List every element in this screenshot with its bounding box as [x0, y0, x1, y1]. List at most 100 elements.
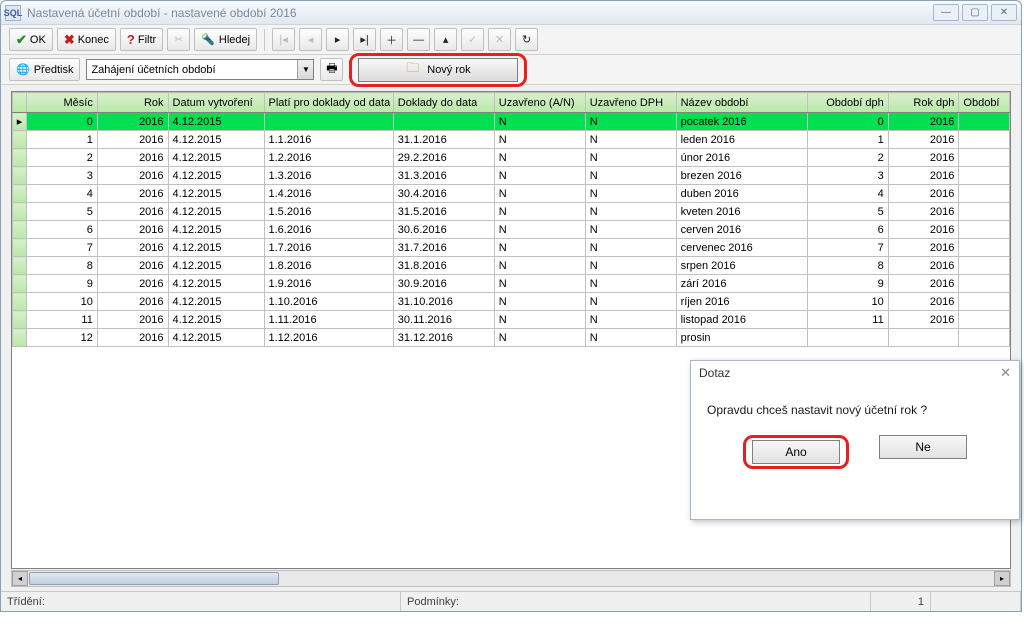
cell[interactable]: 1.7.2016: [264, 239, 393, 257]
cell[interactable]: duben 2016: [676, 185, 807, 203]
cell[interactable]: N: [585, 239, 676, 257]
cell[interactable]: N: [494, 329, 585, 347]
cell[interactable]: 2: [807, 149, 888, 167]
scroll-left-icon[interactable]: ◂: [12, 571, 28, 586]
cell[interactable]: [959, 329, 1010, 347]
cell[interactable]: [959, 131, 1010, 149]
cell[interactable]: brezen 2016: [676, 167, 807, 185]
konec-button[interactable]: ✖Konec: [57, 28, 116, 51]
cell[interactable]: cervenec 2016: [676, 239, 807, 257]
cell[interactable]: N: [585, 221, 676, 239]
cell[interactable]: N: [494, 293, 585, 311]
col-rok[interactable]: Rok: [97, 93, 168, 113]
report-dropdown-input[interactable]: [87, 60, 297, 79]
tool-button-a[interactable]: ✂: [167, 28, 190, 51]
cell[interactable]: 1.12.2016: [264, 329, 393, 347]
cancel2-button[interactable]: ✕: [488, 28, 511, 51]
cell[interactable]: 5: [27, 203, 98, 221]
cell[interactable]: 30.4.2016: [393, 185, 494, 203]
cell[interactable]: N: [494, 311, 585, 329]
col-plati[interactable]: Platí pro doklady od data: [264, 93, 393, 113]
cell[interactable]: [959, 275, 1010, 293]
cell[interactable]: 2016: [888, 221, 959, 239]
cell[interactable]: 2016: [97, 293, 168, 311]
cell[interactable]: 2016: [97, 149, 168, 167]
table-row[interactable]: 720164.12.20151.7.201631.7.2016NNcervene…: [13, 239, 1010, 257]
cell[interactable]: 2016: [888, 293, 959, 311]
cell[interactable]: [959, 113, 1010, 131]
cell[interactable]: pocatek 2016: [676, 113, 807, 131]
cell[interactable]: 30.9.2016: [393, 275, 494, 293]
cell[interactable]: ríjen 2016: [676, 293, 807, 311]
cell[interactable]: 4.12.2015: [168, 113, 264, 131]
cell[interactable]: 7: [27, 239, 98, 257]
cell[interactable]: N: [494, 113, 585, 131]
cell[interactable]: 4.12.2015: [168, 311, 264, 329]
cell[interactable]: [959, 257, 1010, 275]
cell[interactable]: 4.12.2015: [168, 221, 264, 239]
cell[interactable]: N: [585, 167, 676, 185]
cell[interactable]: 4.12.2015: [168, 167, 264, 185]
table-row[interactable]: 120164.12.20151.1.201631.1.2016NNleden 2…: [13, 131, 1010, 149]
cell[interactable]: [959, 221, 1010, 239]
col-uzav[interactable]: Uzavřeno (A/N): [494, 93, 585, 113]
cell[interactable]: N: [585, 275, 676, 293]
cell[interactable]: 31.12.2016: [393, 329, 494, 347]
cell[interactable]: 2016: [97, 311, 168, 329]
cell[interactable]: [959, 185, 1010, 203]
cell[interactable]: 1.5.2016: [264, 203, 393, 221]
col-mesic[interactable]: Měsíc: [27, 93, 98, 113]
table-row[interactable]: 1120164.12.20151.11.201630.11.2016NNlist…: [13, 311, 1010, 329]
cell[interactable]: 1.11.2016: [264, 311, 393, 329]
cell[interactable]: [959, 203, 1010, 221]
col-rokdph[interactable]: Rok dph: [888, 93, 959, 113]
cell[interactable]: N: [494, 131, 585, 149]
cell[interactable]: 4.12.2015: [168, 275, 264, 293]
cell[interactable]: 31.5.2016: [393, 203, 494, 221]
cell[interactable]: 10: [807, 293, 888, 311]
cell[interactable]: 6: [807, 221, 888, 239]
cell[interactable]: 9: [807, 275, 888, 293]
minimize-button[interactable]: —: [933, 4, 959, 21]
nav-first-button[interactable]: |◂: [272, 28, 295, 51]
table-row[interactable]: 820164.12.20151.8.201631.8.2016NNsrpen 2…: [13, 257, 1010, 275]
cell[interactable]: 1: [807, 131, 888, 149]
add-button[interactable]: ＋: [380, 28, 403, 51]
table-row[interactable]: ▸020164.12.2015NNpocatek 201602016: [13, 113, 1010, 131]
print-button[interactable]: 🖶: [320, 58, 343, 81]
cell[interactable]: 7: [807, 239, 888, 257]
cell[interactable]: únor 2016: [676, 149, 807, 167]
dialog-no-button[interactable]: Ne: [879, 435, 967, 459]
cell[interactable]: [393, 113, 494, 131]
cell[interactable]: 31.10.2016: [393, 293, 494, 311]
cell[interactable]: 0: [27, 113, 98, 131]
cell[interactable]: 2016: [888, 131, 959, 149]
cell[interactable]: 2016: [888, 113, 959, 131]
cell[interactable]: 1: [27, 131, 98, 149]
cell[interactable]: zárí 2016: [676, 275, 807, 293]
filtr-button[interactable]: ?Filtr: [120, 28, 163, 51]
cell[interactable]: 2016: [888, 167, 959, 185]
nav-last-button[interactable]: ▸|: [353, 28, 376, 51]
hledej-button[interactable]: 🔦Hledej: [194, 28, 257, 51]
cell[interactable]: [264, 113, 393, 131]
cell[interactable]: 2016: [97, 239, 168, 257]
cell[interactable]: 2016: [888, 311, 959, 329]
cell[interactable]: 2016: [97, 203, 168, 221]
cell[interactable]: kveten 2016: [676, 203, 807, 221]
predtisk-button[interactable]: 🌐Předtisk: [9, 58, 80, 81]
col-doklad[interactable]: Doklady do data: [393, 93, 494, 113]
novy-rok-button[interactable]: 🗀 Nový rok: [358, 58, 518, 82]
table-row[interactable]: 320164.12.20151.3.201631.3.2016NNbrezen …: [13, 167, 1010, 185]
cell[interactable]: N: [494, 239, 585, 257]
cell[interactable]: N: [585, 131, 676, 149]
cell[interactable]: 4.12.2015: [168, 203, 264, 221]
cell[interactable]: 2016: [97, 185, 168, 203]
cell[interactable]: 1.8.2016: [264, 257, 393, 275]
cell[interactable]: 2016: [888, 185, 959, 203]
cell[interactable]: 5: [807, 203, 888, 221]
cell[interactable]: [959, 293, 1010, 311]
cell[interactable]: 6: [27, 221, 98, 239]
cell[interactable]: 4.12.2015: [168, 185, 264, 203]
cell[interactable]: 12: [27, 329, 98, 347]
